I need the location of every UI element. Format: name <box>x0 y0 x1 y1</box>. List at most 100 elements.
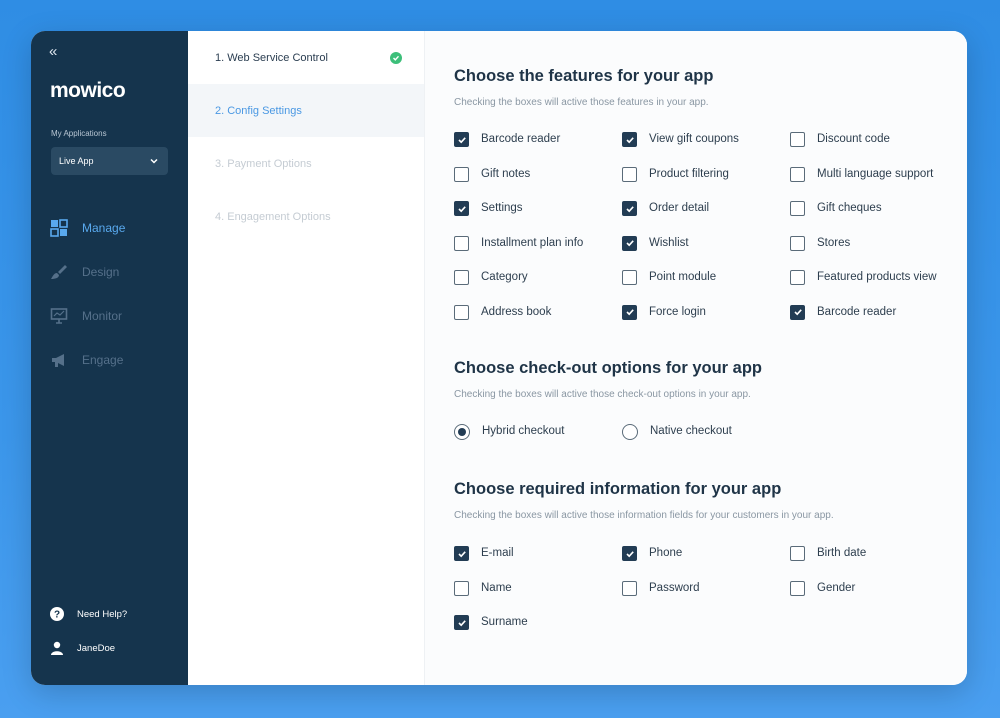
option-label: E-mail <box>481 547 514 559</box>
monitor-icon <box>49 306 69 326</box>
option-label: Gender <box>817 581 856 594</box>
checkbox-checked[interactable] <box>622 304 637 320</box>
checkbox-checked[interactable] <box>622 132 637 147</box>
option-gender[interactable]: Gender <box>790 580 856 596</box>
option-barcode-reader[interactable]: Barcode reader <box>454 132 560 147</box>
checkbox-unchecked[interactable] <box>622 270 637 285</box>
radio-hybrid-checkout[interactable]: Hybrid checkout <box>454 424 564 440</box>
option-label: Name <box>481 581 512 594</box>
option-order-detail[interactable]: Order detail <box>622 201 709 216</box>
sidebar-item-engage[interactable]: Engage <box>49 338 125 382</box>
checkbox-checked[interactable] <box>454 615 469 630</box>
checkbox-checked[interactable] <box>790 304 805 320</box>
option-installment-plan-info[interactable]: Installment plan info <box>454 235 584 251</box>
checkbox-unchecked[interactable] <box>790 546 805 561</box>
checkbox-unchecked[interactable] <box>790 235 805 251</box>
help-icon: ? <box>50 607 64 621</box>
checkbox-unchecked[interactable] <box>790 166 805 182</box>
brush-icon <box>49 262 69 282</box>
option-password[interactable]: Password <box>622 580 700 596</box>
checkbox-unchecked[interactable] <box>454 580 469 596</box>
option-discount-code[interactable]: Discount code <box>790 132 890 147</box>
step-label: 4. Engagement Options <box>215 210 331 223</box>
sidebar-item-manage[interactable]: Manage <box>49 206 125 250</box>
checkbox-unchecked[interactable] <box>454 270 469 285</box>
checkbox-checked[interactable] <box>622 235 637 251</box>
checkbox-unchecked[interactable] <box>790 270 805 285</box>
option-e-mail[interactable]: E-mail <box>454 546 514 561</box>
option-gift-cheques[interactable]: Gift cheques <box>790 201 882 216</box>
config-panel: Choose the features for your app Checkin… <box>425 31 967 685</box>
option-label: Order detail <box>649 202 710 214</box>
step-payment-options[interactable]: 3. Payment Options <box>188 137 424 190</box>
checkbox-checked[interactable] <box>454 546 469 561</box>
step-config-settings[interactable]: 2. Config Settings <box>188 84 424 137</box>
option-birth-date[interactable]: Birth date <box>790 546 866 561</box>
option-multi-language-support[interactable]: Multi language support <box>790 166 933 182</box>
option-settings[interactable]: Settings <box>454 201 523 216</box>
step-engagement-options[interactable]: 4. Engagement Options <box>188 190 424 243</box>
checkbox-unchecked[interactable] <box>454 166 469 182</box>
checkbox-checked[interactable] <box>622 546 637 561</box>
checkbox-unchecked[interactable] <box>622 580 637 596</box>
step-label: 3. Payment Options <box>215 157 312 170</box>
checkbox-unchecked[interactable] <box>454 235 469 251</box>
step-web-service-control[interactable]: 1. Web Service Control <box>188 31 424 84</box>
option-stores[interactable]: Stores <box>790 235 850 251</box>
application-select[interactable]: Live App <box>51 147 168 175</box>
need-help-link[interactable]: ? Need Help? <box>50 607 127 621</box>
required-subtitle: Checking the boxes will active those inf… <box>454 510 834 521</box>
checkbox-checked[interactable] <box>622 201 637 216</box>
checkbox-unchecked[interactable] <box>622 166 637 182</box>
checkbox-unchecked[interactable] <box>454 304 469 320</box>
radio-native-checkout[interactable]: Native checkout <box>622 424 732 440</box>
option-name[interactable]: Name <box>454 580 512 596</box>
option-label: Featured products view <box>817 271 937 283</box>
features-options: Barcode reader View gift coupons Discount … <box>454 132 954 332</box>
user-profile[interactable]: JaneDoe <box>50 641 115 655</box>
option-label: Address book <box>481 305 552 318</box>
option-category[interactable]: Category <box>454 270 528 285</box>
option-label: Point module <box>649 271 717 283</box>
option-surname[interactable]: Surname <box>454 615 528 630</box>
checkbox-checked[interactable] <box>454 201 469 216</box>
checkbox-unchecked[interactable] <box>790 201 805 216</box>
checkbox-checked[interactable] <box>454 132 469 147</box>
sidebar-item-design[interactable]: Design <box>49 250 125 294</box>
option-label: Surname <box>481 616 528 628</box>
sidebar-item-label: Monitor <box>82 309 123 323</box>
option-label: Barcode reader <box>481 133 561 145</box>
option-label: Installment plan info <box>481 236 584 249</box>
sidebar-item-label: Manage <box>82 221 126 235</box>
option-barcode-reader[interactable]: Barcode reader <box>790 304 896 320</box>
sidebar-nav: Manage Design Monitor Engage <box>49 206 125 382</box>
option-featured-products-view[interactable]: Featured products view <box>790 270 937 285</box>
setup-steps: 1. Web Service Control 2. Config Setting… <box>188 31 425 685</box>
option-force-login[interactable]: Force login <box>622 304 706 320</box>
checkout-title: Choose check-out options for your app <box>454 359 763 377</box>
application-select-value: Live App <box>59 156 94 166</box>
need-help-label: Need Help? <box>77 608 128 620</box>
collapse-sidebar-icon[interactable]: « <box>49 43 57 60</box>
option-point-module[interactable]: Point module <box>622 270 716 285</box>
option-label: Password <box>649 581 700 594</box>
checkbox-unchecked[interactable] <box>790 132 805 147</box>
radio-selected[interactable] <box>454 424 470 440</box>
option-view-gift-coupons[interactable]: View gift coupons <box>622 132 739 147</box>
option-label: Gift notes <box>481 167 531 180</box>
option-label: Birth date <box>817 547 867 559</box>
option-gift-notes[interactable]: Gift notes <box>454 166 531 182</box>
sidebar-item-monitor[interactable]: Monitor <box>49 294 125 338</box>
mowico-logo: mowico <box>50 79 126 102</box>
option-wishlist[interactable]: Wishlist <box>622 235 689 251</box>
option-phone[interactable]: Phone <box>622 546 682 561</box>
option-label: Force login <box>649 305 706 318</box>
features-subtitle: Checking the boxes will active those fea… <box>454 97 709 108</box>
option-product-filtering[interactable]: Product filtering <box>622 166 729 182</box>
radio-unselected[interactable] <box>622 424 638 440</box>
checkbox-unchecked[interactable] <box>790 580 805 596</box>
option-address-book[interactable]: Address book <box>454 304 552 320</box>
chevron-down-icon <box>150 158 158 164</box>
option-label: Product filtering <box>649 167 729 180</box>
username-label: JaneDoe <box>77 642 116 654</box>
